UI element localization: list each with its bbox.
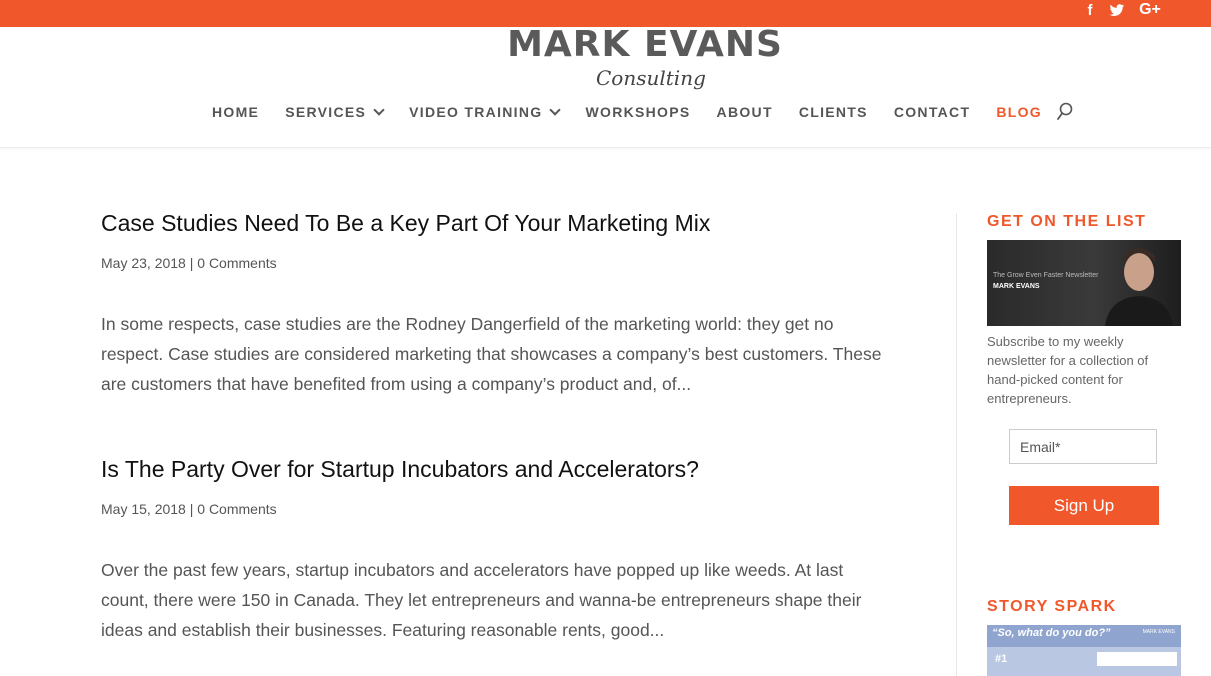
- nav-workshops[interactable]: WORKSHOPS: [585, 104, 690, 120]
- nav-workshops-label: WORKSHOPS: [585, 104, 691, 120]
- facebook-icon[interactable]: f: [1083, 0, 1097, 20]
- story-image-box: [1097, 652, 1177, 666]
- nav-blog[interactable]: BLOG: [996, 104, 1042, 120]
- sign-up-button[interactable]: Sign Up: [1009, 486, 1159, 525]
- post-comments-link[interactable]: 0 Comments: [197, 255, 276, 271]
- story-image-brand: MARK EVANS: [1142, 629, 1175, 635]
- story-image-number: #1: [995, 653, 1008, 665]
- logo-subtitle[interactable]: Consulting: [596, 66, 706, 90]
- newsletter-image-caption: The Grow Even Faster Newsletter: [993, 272, 1099, 279]
- search-icon[interactable]: [1056, 102, 1074, 122]
- post-excerpt: In some respects, case studies are the R…: [101, 314, 882, 394]
- nav-home[interactable]: HOME: [212, 104, 259, 120]
- nav-about-label: ABOUT: [716, 104, 773, 120]
- nav-services-label: SERVICES: [285, 104, 367, 120]
- post-comments-link[interactable]: 0 Comments: [197, 501, 276, 517]
- nav-video-training-label: VIDEO TRAINING: [409, 104, 543, 120]
- post-date: May 15, 2018: [101, 501, 186, 517]
- newsletter-widget-title: GET ON THE LIST: [987, 213, 1147, 230]
- nav-home-label: HOME: [212, 104, 260, 120]
- nav-about[interactable]: ABOUT: [717, 104, 773, 120]
- nav-contact[interactable]: CONTACT: [894, 104, 971, 120]
- main-nav: HOME SERVICES VIDEO TRAINING WORKSHOPS A…: [212, 102, 1068, 122]
- chevron-down-icon: [549, 104, 562, 116]
- email-field[interactable]: [1009, 429, 1157, 464]
- story-image-title: “So, what do you do?”: [992, 627, 1111, 639]
- logo-title[interactable]: MARK EVANS: [505, 27, 785, 63]
- newsletter-description: Subscribe to my weekly newsletter for a …: [987, 334, 1149, 406]
- story-spark-image[interactable]: “So, what do you do?” MARK EVANS #1: [987, 625, 1181, 676]
- post-title[interactable]: Is The Party Over for Startup Incubators…: [101, 456, 699, 483]
- post-title[interactable]: Case Studies Need To Be a Key Part Of Yo…: [101, 210, 710, 237]
- nav-services[interactable]: SERVICES: [285, 104, 385, 120]
- nav-blog-label: BLOG: [996, 104, 1042, 120]
- nav-clients-label: CLIENTS: [798, 104, 868, 120]
- post-meta: May 15, 2018 | 0 Comments: [101, 501, 277, 517]
- top-bar: f G+: [0, 0, 1211, 27]
- nav-video-training[interactable]: VIDEO TRAINING: [409, 104, 562, 120]
- google-plus-icon[interactable]: G+: [1137, 0, 1163, 20]
- newsletter-image-name: MARK EVANS: [993, 283, 1040, 290]
- portrait-photo: [1105, 248, 1173, 326]
- chevron-down-icon: [373, 104, 385, 116]
- nav-clients[interactable]: CLIENTS: [799, 104, 868, 120]
- post-excerpt: Over the past few years, startup incubat…: [101, 560, 862, 640]
- nav-contact-label: CONTACT: [893, 104, 971, 120]
- story-spark-title: STORY SPARK: [987, 598, 1117, 615]
- newsletter-image[interactable]: The Grow Even Faster Newsletter MARK EVA…: [987, 240, 1181, 326]
- post-meta: May 23, 2018 | 0 Comments: [101, 255, 277, 271]
- sidebar-divider: [956, 213, 957, 676]
- twitter-icon[interactable]: [1108, 0, 1126, 20]
- post-date: May 23, 2018: [101, 255, 186, 271]
